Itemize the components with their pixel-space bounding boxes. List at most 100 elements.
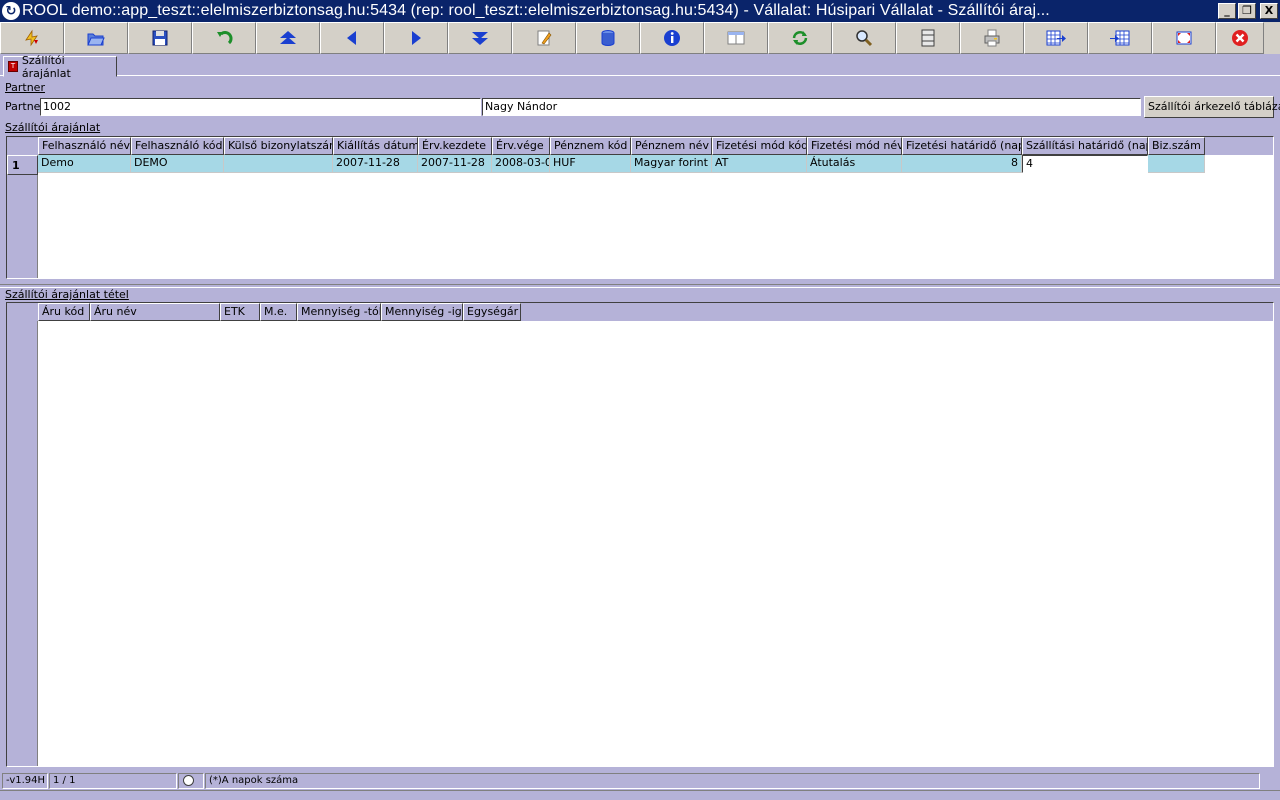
toolbar-button-grid[interactable] xyxy=(896,22,960,54)
toolbar-button-next[interactable] xyxy=(384,22,448,54)
toolbar-button-refresh[interactable] xyxy=(768,22,832,54)
toolbar-button-database[interactable] xyxy=(576,22,640,54)
print-icon xyxy=(984,29,1000,47)
refresh-icon xyxy=(792,31,808,45)
table-cell[interactable]: Átutalás xyxy=(807,155,902,173)
partner-field-label: Partner xyxy=(5,100,45,113)
column-header[interactable]: Érv.vége xyxy=(492,137,550,155)
last-record-icon xyxy=(472,32,488,45)
row-number[interactable]: 1 xyxy=(7,155,38,175)
splitter[interactable] xyxy=(0,284,1280,288)
table-cell[interactable]: HUF xyxy=(550,155,631,173)
column-header[interactable]: Fizetési mód kód xyxy=(712,137,807,155)
undo-icon xyxy=(217,31,233,45)
table-cell[interactable]: AT xyxy=(712,155,807,173)
row-header-column xyxy=(7,303,38,766)
column-header[interactable]: Külső bizonylatszám xyxy=(224,137,333,155)
database-icon xyxy=(601,30,615,46)
grid-view-icon xyxy=(921,29,935,47)
form-icon: T xyxy=(8,61,18,72)
table-cell[interactable]: DEMO xyxy=(131,155,224,173)
column-header[interactable]: Mennyiség -tól xyxy=(297,303,381,321)
lightning-icon xyxy=(25,29,38,47)
partner-name-input[interactable]: Nagy Nándor xyxy=(482,98,1141,116)
column-header[interactable]: Pénznem név xyxy=(631,137,712,155)
minimize-button[interactable]: _ xyxy=(1218,3,1236,19)
column-header[interactable]: Kiállítás dátum xyxy=(333,137,418,155)
table-cell[interactable] xyxy=(1148,155,1205,173)
record-counter: 1 / 1 xyxy=(49,773,177,789)
partner-section-label: Partner xyxy=(5,81,45,94)
column-header[interactable]: ETK xyxy=(220,303,260,321)
form-view-icon xyxy=(727,31,745,45)
column-header[interactable]: Felhasználó kód xyxy=(131,137,224,155)
supplier-price-table-button[interactable]: Szállítói árkezelő táblázat xyxy=(1144,96,1280,118)
import-icon xyxy=(1110,30,1130,46)
first-record-icon xyxy=(280,31,296,44)
save-icon xyxy=(152,30,168,46)
toolbar-button-edit[interactable] xyxy=(512,22,576,54)
column-header[interactable]: Fizetési mód név xyxy=(807,137,902,155)
items-grid[interactable]: Áru kód Áru név ETK M.e. Mennyiség -tól Menny… xyxy=(6,302,1274,767)
status-bar: -v1.94H 1 / 1 (*)A napok száma xyxy=(0,772,1280,790)
column-header[interactable]: M.e. xyxy=(260,303,297,321)
column-header[interactable]: Érv.kezdete xyxy=(418,137,492,155)
column-header[interactable]: Áru név xyxy=(90,303,220,321)
fit-screen-icon xyxy=(1176,31,1192,45)
table-cell[interactable]: Demo xyxy=(38,155,131,173)
toolbar-button-fit[interactable] xyxy=(1152,22,1216,54)
next-icon xyxy=(412,31,421,45)
column-header[interactable]: Felhasználó név xyxy=(38,137,131,155)
open-folder-icon xyxy=(87,33,105,46)
toolbar-button-exit[interactable] xyxy=(1216,22,1264,54)
toolbar-button-open[interactable] xyxy=(64,22,128,54)
column-header[interactable]: Áru kód xyxy=(38,303,90,321)
edit-icon xyxy=(537,30,552,46)
toolbar-button-export[interactable] xyxy=(1024,22,1088,54)
table-cell[interactable]: 2008-03-01 xyxy=(492,155,550,173)
column-header[interactable]: Szállítási határidő (nap) xyxy=(1022,137,1148,155)
table-cell[interactable]: 2007-11-28 xyxy=(333,155,418,173)
table-cell[interactable]: 2007-11-28 xyxy=(418,155,492,173)
close-window-button[interactable]: X xyxy=(1260,3,1278,19)
toolbar-button-last[interactable] xyxy=(448,22,512,54)
toolbar-button-previous[interactable] xyxy=(320,22,384,54)
items-header-row: Áru kód Áru név ETK M.e. Mennyiség -tól Menny… xyxy=(7,303,1273,321)
table-cell[interactable]: Magyar forint xyxy=(631,155,712,173)
column-header[interactable]: Biz.szám xyxy=(1148,137,1205,155)
hint-text: (*)A napok száma xyxy=(205,773,1260,789)
editing-cell[interactable]: 4 xyxy=(1022,155,1148,173)
toolbar-button-save[interactable] xyxy=(128,22,192,54)
title-bar: ↻ ROOL demo::app_teszt::elelmiszerbizton… xyxy=(0,0,1280,22)
column-header[interactable]: Pénznem kód xyxy=(550,137,631,155)
toolbar-button-info[interactable] xyxy=(640,22,704,54)
offers-header-row: Felhasználó név Felhasználó kód Külső bizo… xyxy=(7,137,1273,155)
app-icon: ↻ xyxy=(2,2,20,20)
column-header[interactable]: Mennyiség -ig xyxy=(381,303,463,321)
info-icon xyxy=(664,30,680,46)
toolbar-button-search[interactable] xyxy=(832,22,896,54)
status-radio-pane xyxy=(178,773,204,789)
toolbar-button-print[interactable] xyxy=(960,22,1024,54)
exit-icon xyxy=(1232,30,1248,46)
table-cell[interactable] xyxy=(224,155,333,173)
toolbar-button-first[interactable] xyxy=(256,22,320,54)
partner-code-input[interactable]: 1002 xyxy=(40,98,481,116)
bottom-strip xyxy=(0,790,1280,800)
items-section-label: Szállítói árajánlat tétel xyxy=(5,288,129,301)
window-title: ROOL demo::app_teszt::elelmiszerbiztonsa… xyxy=(22,2,1050,19)
toolbar xyxy=(0,22,1280,54)
tab-supplier-offer[interactable]: T Szállítói árajánlat xyxy=(3,54,117,80)
tab-bar: T Szállítói árajánlat xyxy=(0,54,1280,80)
previous-icon xyxy=(347,31,356,45)
table-cell[interactable]: 8 xyxy=(902,155,1022,173)
restore-button[interactable]: ❐ xyxy=(1238,3,1256,19)
toolbar-button-form-view[interactable] xyxy=(704,22,768,54)
column-header[interactable]: Fizetési határidő (nap) xyxy=(902,137,1022,155)
offers-grid[interactable]: Felhasználó név Felhasználó kód Külső bizo… xyxy=(6,136,1274,279)
toolbar-button-new[interactable] xyxy=(0,22,64,54)
toolbar-button-import[interactable] xyxy=(1088,22,1152,54)
toolbar-button-undo[interactable] xyxy=(192,22,256,54)
column-header[interactable]: Egységár xyxy=(463,303,521,321)
radio-icon[interactable] xyxy=(183,775,194,786)
